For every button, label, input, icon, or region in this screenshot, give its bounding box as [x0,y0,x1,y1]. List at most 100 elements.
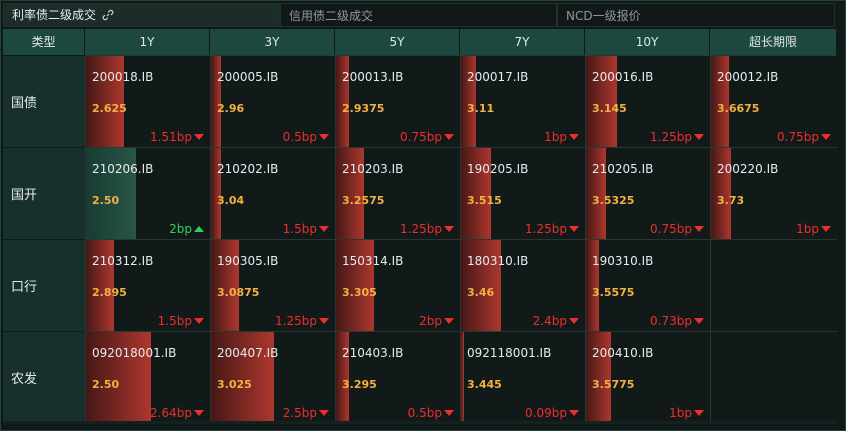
quote-cell[interactable]: 190305.IB 3.0875 1.25bp [210,239,335,331]
row-label: 国开 [3,147,85,239]
quote-cell[interactable]: 200005.IB 2.96 0.5bp [210,55,335,147]
bond-yield: 3.5575 [592,286,635,299]
bond-code: 210202.IB [217,162,279,176]
tab-bar: 利率债二级成交 信用债二级成交 NCD一级报价 [3,3,835,29]
quote-cell[interactable]: 200410.IB 3.5775 1bp [585,331,710,423]
yield-change-value: 2.4bp [532,314,567,328]
bond-yield: 3.46 [467,286,495,299]
quote-cell[interactable]: 200407.IB 3.025 2.5bp [210,331,335,423]
yield-change: 2.5bp [283,406,329,420]
yield-change-value: 1bp [544,130,567,144]
bond-code: 092118001.IB [467,346,552,360]
tab-label: NCD一级报价 [566,9,641,23]
yield-change-value: 1bp [796,222,819,236]
column-header-5Y: 5Y [335,29,460,55]
yield-change: 2bp [169,222,204,236]
bond-yield: 3.445 [467,378,502,391]
yield-change-value: 2.64bp [150,406,192,420]
quote-cell[interactable]: 200018.IB 2.625 1.51bp [85,55,210,147]
yield-change: 2.64bp [150,406,204,420]
bond-yield: 2.625 [92,102,127,115]
quote-cell[interactable]: 200220.IB 3.73 1bp [710,147,837,239]
column-header-1Y: 1Y [85,29,210,55]
quote-grid: 类型 1Y 3Y 5Y 7Y 10Y 超长期限 国债 200018.IB 2.625 1.51bp 2… [3,29,837,424]
bond-code: 200012.IB [717,70,779,84]
yield-change-value: 0.75bp [400,130,442,144]
empty-cell [710,331,837,423]
bond-code: 210206.IB [92,162,154,176]
bond-code: 190305.IB [217,254,279,268]
bond-yield: 3.6675 [717,102,760,115]
bond-yield: 2.9375 [342,102,385,115]
quote-cell[interactable]: 210202.IB 3.04 1.5bp [210,147,335,239]
bond-code: 200220.IB [717,162,779,176]
triangle-down-icon [319,318,329,324]
quote-cell[interactable]: 190205.IB 3.515 1.25bp [460,147,585,239]
triangle-down-icon [821,226,831,232]
triangle-down-icon [569,226,579,232]
bond-code: 180310.IB [467,254,529,268]
quote-cell[interactable]: 190310.IB 3.5575 0.73bp [585,239,710,331]
tab-rates-secondary[interactable]: 利率债二级成交 [3,3,280,27]
bond-yield: 3.025 [217,378,252,391]
row-label-text: 农发 [11,372,38,387]
quote-cell[interactable]: 180310.IB 3.46 2.4bp [460,239,585,331]
row-label: 口行 [3,239,85,331]
yield-change: 1.51bp [150,130,204,144]
quote-cell[interactable]: 200012.IB 3.6675 0.75bp [710,55,837,147]
quote-cell[interactable]: 092118001.IB 3.445 0.09bp [460,331,585,423]
tab-credit-secondary[interactable]: 信用债二级成交 [280,3,557,27]
quote-cell[interactable]: 200016.IB 3.145 1.25bp [585,55,710,147]
row-label: 农发 [3,331,85,423]
quote-cell[interactable]: 210205.IB 3.5325 0.75bp [585,147,710,239]
yield-change: 0.5bp [408,406,454,420]
bond-code: 190205.IB [467,162,529,176]
bond-yield: 3.0875 [217,286,260,299]
quote-cell[interactable]: 150314.IB 3.305 2bp [335,239,460,331]
quote-cell[interactable]: 210312.IB 2.895 1.5bp [85,239,210,331]
yield-change: 0.73bp [650,314,704,328]
quote-cell[interactable]: 210403.IB 3.295 0.5bp [335,331,460,423]
triangle-down-icon [694,410,704,416]
quote-cell[interactable]: 200013.IB 2.9375 0.75bp [335,55,460,147]
row-label-text: 国开 [11,188,38,203]
bond-yield: 3.11 [467,102,495,115]
yield-change: 0.75bp [777,130,831,144]
triangle-down-icon [319,226,329,232]
row-label: 国债 [3,55,85,147]
link-icon[interactable] [102,9,114,21]
bond-yield: 3.515 [467,194,502,207]
bond-yield: 3.145 [592,102,627,115]
triangle-down-icon [569,410,579,416]
triangle-down-icon [444,226,454,232]
triangle-down-icon [694,226,704,232]
yield-change-value: 2.5bp [282,406,317,420]
yield-change-value: 1.25bp [400,222,442,236]
yield-change: 0.09bp [525,406,579,420]
bond-yield: 2.895 [92,286,127,299]
yield-change: 1.25bp [650,130,704,144]
yield-change: 1.25bp [275,314,329,328]
quote-panel: 利率债二级成交 信用债二级成交 NCD一级报价 类型 1Y 3Y 5Y 7Y 10Y 超长期… [0,0,846,431]
yield-change: 1.5bp [158,314,204,328]
yield-change-value: 0.09bp [525,406,567,420]
triangle-down-icon [319,134,329,140]
bond-code: 092018001.IB [92,346,177,360]
column-header-7Y: 7Y [460,29,585,55]
row-label-text: 国债 [11,96,38,111]
tab-ncd-primary[interactable]: NCD一级报价 [557,3,835,27]
bond-yield: 3.5325 [592,194,635,207]
triangle-down-icon [444,410,454,416]
column-header-3Y: 3Y [210,29,335,55]
yield-change-value: 0.75bp [650,222,692,236]
quote-cell[interactable]: 092018001.IB 2.50 2.64bp [85,331,210,423]
quote-cell[interactable]: 210203.IB 3.2575 1.25bp [335,147,460,239]
triangle-down-icon [194,318,204,324]
quote-cell[interactable]: 200017.IB 3.11 1bp [460,55,585,147]
yield-change: 1.5bp [283,222,329,236]
bond-yield: 3.295 [342,378,377,391]
yield-change: 1bp [669,406,704,420]
triangle-down-icon [444,134,454,140]
quote-cell[interactable]: 210206.IB 2.50 2bp [85,147,210,239]
column-header-type: 类型 [3,29,85,55]
